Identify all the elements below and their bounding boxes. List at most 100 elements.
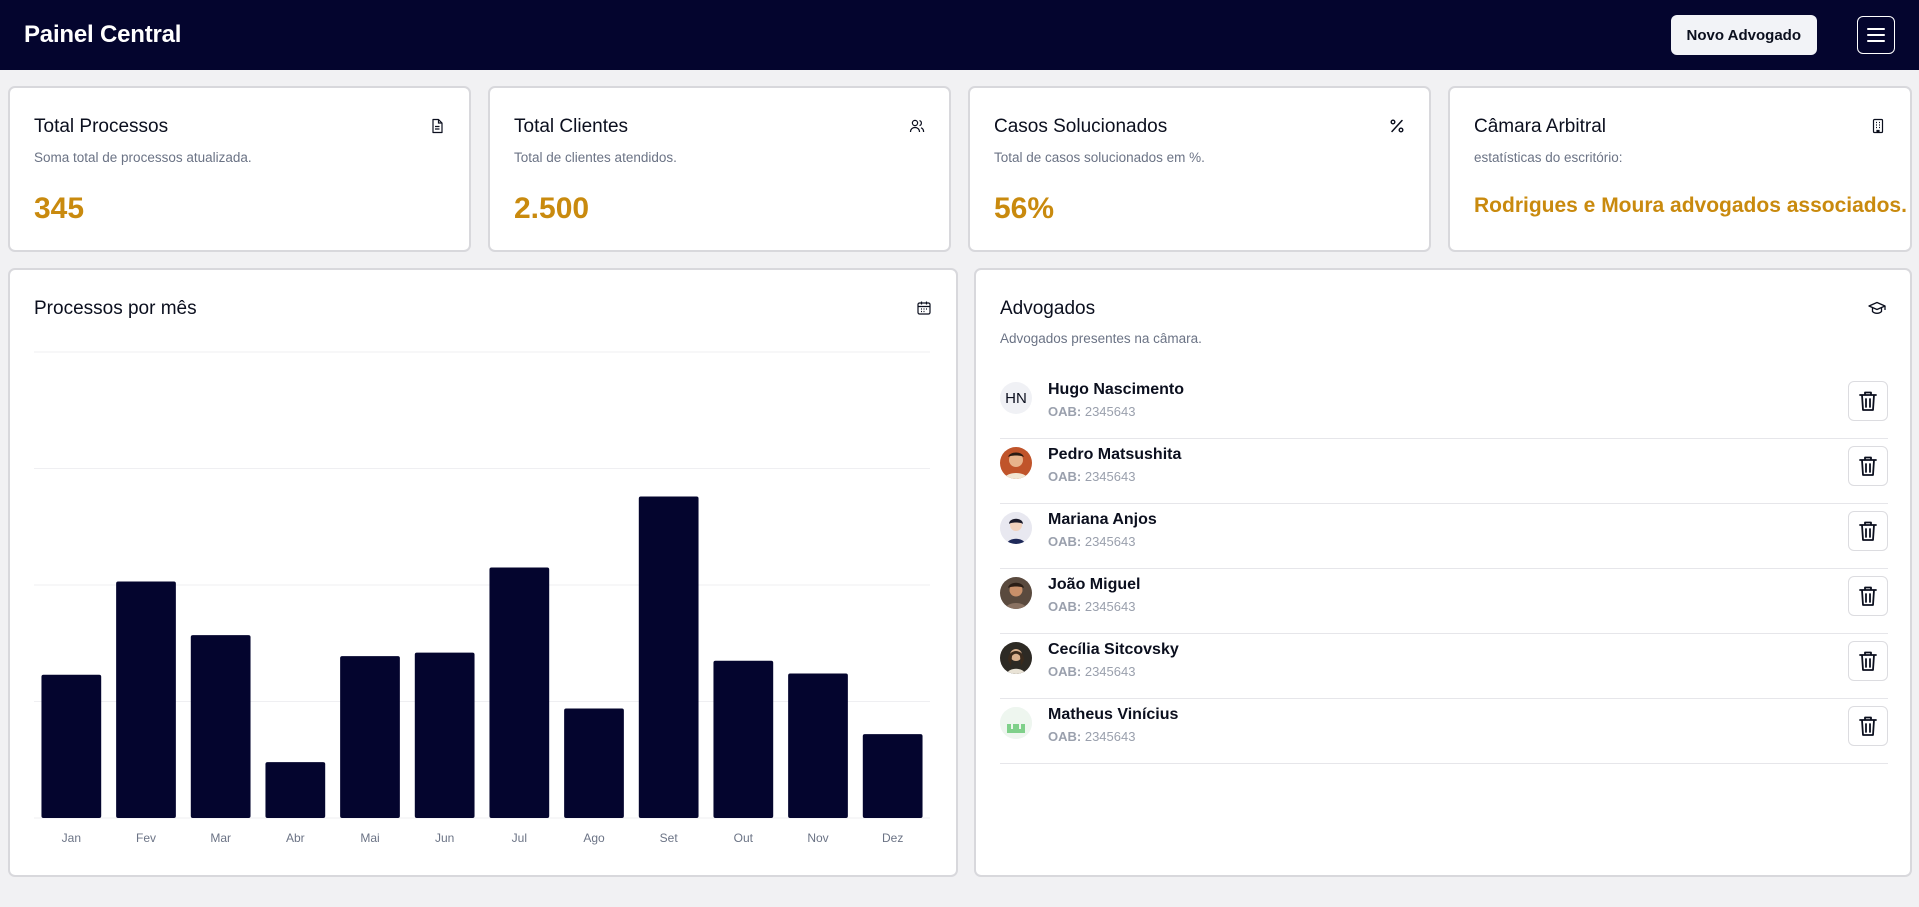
delete-lawyer-button[interactable]: [1848, 511, 1888, 551]
oab-label: OAB:: [1048, 534, 1082, 549]
graduation-cap-icon: [1868, 301, 1886, 314]
chart-bar-jan[interactable]: [41, 674, 102, 818]
stat-card-total-processos: Total Processos Soma total de processos …: [8, 86, 471, 252]
avatar-photo: [1000, 642, 1032, 674]
chart-bar-out[interactable]: [713, 660, 774, 818]
avatar: [1000, 707, 1032, 739]
avatar: [1000, 512, 1032, 544]
delete-lawyer-button[interactable]: [1848, 576, 1888, 616]
stat-title: Total Clientes: [514, 116, 629, 137]
lawyer-oab: OAB: 2345643: [1048, 534, 1135, 549]
oab-label: OAB:: [1048, 469, 1082, 484]
chart-x-tick-label: Jun: [435, 831, 454, 845]
oab-number: 2345643: [1084, 729, 1136, 744]
chart-bar-abr[interactable]: [265, 762, 326, 818]
avatar: HN: [1000, 382, 1032, 414]
trash-icon: [1859, 521, 1877, 541]
lawyer-oab: OAB: 2345643: [1048, 664, 1135, 679]
lawyer-name: Hugo Nascimento: [1048, 381, 1185, 398]
chart-bar-mar[interactable]: [190, 635, 251, 818]
avatar-photo: [1000, 707, 1032, 739]
lawyer-oab: OAB: 2345643: [1048, 729, 1135, 744]
lawyer-oab: OAB: 2345643: [1048, 469, 1135, 484]
oab-label: OAB:: [1048, 599, 1082, 614]
stat-description: Soma total de processos atualizada.: [34, 150, 252, 165]
oab-number: 2345643: [1084, 404, 1136, 419]
stat-value: Rodrigues e Moura advogados associados.: [1474, 194, 1907, 217]
stat-value: 56%: [994, 192, 1055, 225]
lawyers-list: HN Hugo Nascimento OAB: 2345643 Pedro Ma…: [1000, 374, 1888, 764]
lawyer-name: Cecília Sitcovsky: [1048, 641, 1179, 658]
bar-chart: Jan Fev Mar Abr Mai Jun Jul Ago Set Out Nov Dez: [34, 351, 930, 845]
chart-x-tick-label: Out: [734, 831, 754, 845]
chart-x-tick-label: Set: [660, 831, 679, 845]
stat-card-total-clientes: Total Clientes Total de clientes atendid…: [488, 86, 951, 252]
lawyer-name: João Miguel: [1048, 576, 1141, 593]
lawyer-oab: OAB: 2345643: [1048, 404, 1135, 419]
oab-number: 2345643: [1084, 469, 1136, 484]
stat-card-casos-solucionados: Casos Solucionados Total de casos soluci…: [968, 86, 1431, 252]
stat-title: Total Processos: [34, 116, 169, 137]
chart-x-tick-label: Dez: [882, 831, 903, 845]
list-item: HN Hugo Nascimento OAB: 2345643: [1000, 374, 1888, 439]
chart-x-tick-label: Mar: [210, 831, 231, 845]
oab-number: 2345643: [1084, 599, 1136, 614]
avatar-photo: [1000, 577, 1032, 609]
chart-bar-nov[interactable]: [788, 673, 848, 818]
stat-value: 2.500: [514, 192, 590, 225]
list-item: Pedro Matsushita OAB: 2345643: [1000, 439, 1888, 504]
delete-lawyer-button[interactable]: [1848, 706, 1888, 746]
trash-icon: [1859, 391, 1877, 411]
trash-icon: [1859, 716, 1877, 736]
avatar: [1000, 642, 1032, 674]
delete-lawyer-button[interactable]: [1848, 446, 1888, 486]
lawyer-name: Pedro Matsushita: [1048, 446, 1182, 463]
chart-panel: Processos por mês Jan Fev Mar Abr Mai Jun Jul A…: [8, 268, 958, 877]
oab-label: OAB:: [1048, 729, 1082, 744]
chart-x-tick-label: Abr: [286, 831, 305, 845]
stat-title: Câmara Arbitral: [1474, 116, 1606, 137]
lawyers-panel: Advogados Advogados presentes na câmara.…: [974, 268, 1912, 877]
top-navbar: Painel Central Novo Advogado: [0, 0, 1919, 70]
chart-x-tick-label: Jul: [512, 831, 527, 845]
oab-number: 2345643: [1084, 534, 1136, 549]
building-icon: [1872, 118, 1884, 134]
chart-bar-mai[interactable]: [340, 656, 400, 818]
lawyer-name: Mariana Anjos: [1048, 511, 1157, 528]
trash-icon: [1859, 456, 1877, 476]
chart-x-tick-label: Jan: [62, 831, 81, 845]
avatar-photo: [1000, 512, 1032, 544]
avatar-photo: [1000, 447, 1032, 479]
chart-bar-jun[interactable]: [414, 652, 475, 818]
delete-lawyer-button[interactable]: [1848, 641, 1888, 681]
stat-description: Total de clientes atendidos.: [514, 150, 677, 165]
lawyers-description: Advogados presentes na câmara.: [1000, 331, 1202, 346]
list-item: Matheus Vinícius OAB: 2345643: [1000, 699, 1888, 764]
brand-title: Painel Central: [24, 21, 182, 48]
stat-title: Casos Solucionados: [994, 116, 1168, 137]
chart-bar-dez[interactable]: [862, 734, 923, 818]
percent-icon: [1390, 119, 1404, 133]
list-item: Mariana Anjos OAB: 2345643: [1000, 504, 1888, 569]
trash-icon: [1859, 651, 1877, 671]
list-item: João Miguel OAB: 2345643: [1000, 569, 1888, 634]
delete-lawyer-button[interactable]: [1848, 381, 1888, 421]
chart-bar-ago[interactable]: [564, 708, 624, 818]
new-lawyer-button[interactable]: Novo Advogado: [1670, 15, 1817, 55]
stat-value: 345: [34, 192, 85, 225]
chart-x-tick-label: Mai: [360, 831, 379, 845]
menu-button[interactable]: [1857, 16, 1895, 54]
stat-description: Total de casos solucionados em %.: [994, 150, 1205, 165]
chart-bar-jul[interactable]: [489, 567, 550, 818]
users-icon: [909, 119, 925, 133]
hamburger-icon: [1867, 28, 1885, 42]
chart-bar-set[interactable]: [638, 496, 699, 818]
lawyers-title: Advogados: [1000, 298, 1096, 319]
file-icon: [432, 118, 443, 134]
oab-label: OAB:: [1048, 404, 1082, 419]
chart-x-tick-label: Ago: [583, 831, 605, 845]
chart-bar-fev[interactable]: [116, 581, 176, 818]
lawyer-name: Matheus Vinícius: [1048, 706, 1179, 723]
lawyer-oab: OAB: 2345643: [1048, 599, 1135, 614]
stat-description: estatísticas do escritório:: [1474, 150, 1623, 165]
